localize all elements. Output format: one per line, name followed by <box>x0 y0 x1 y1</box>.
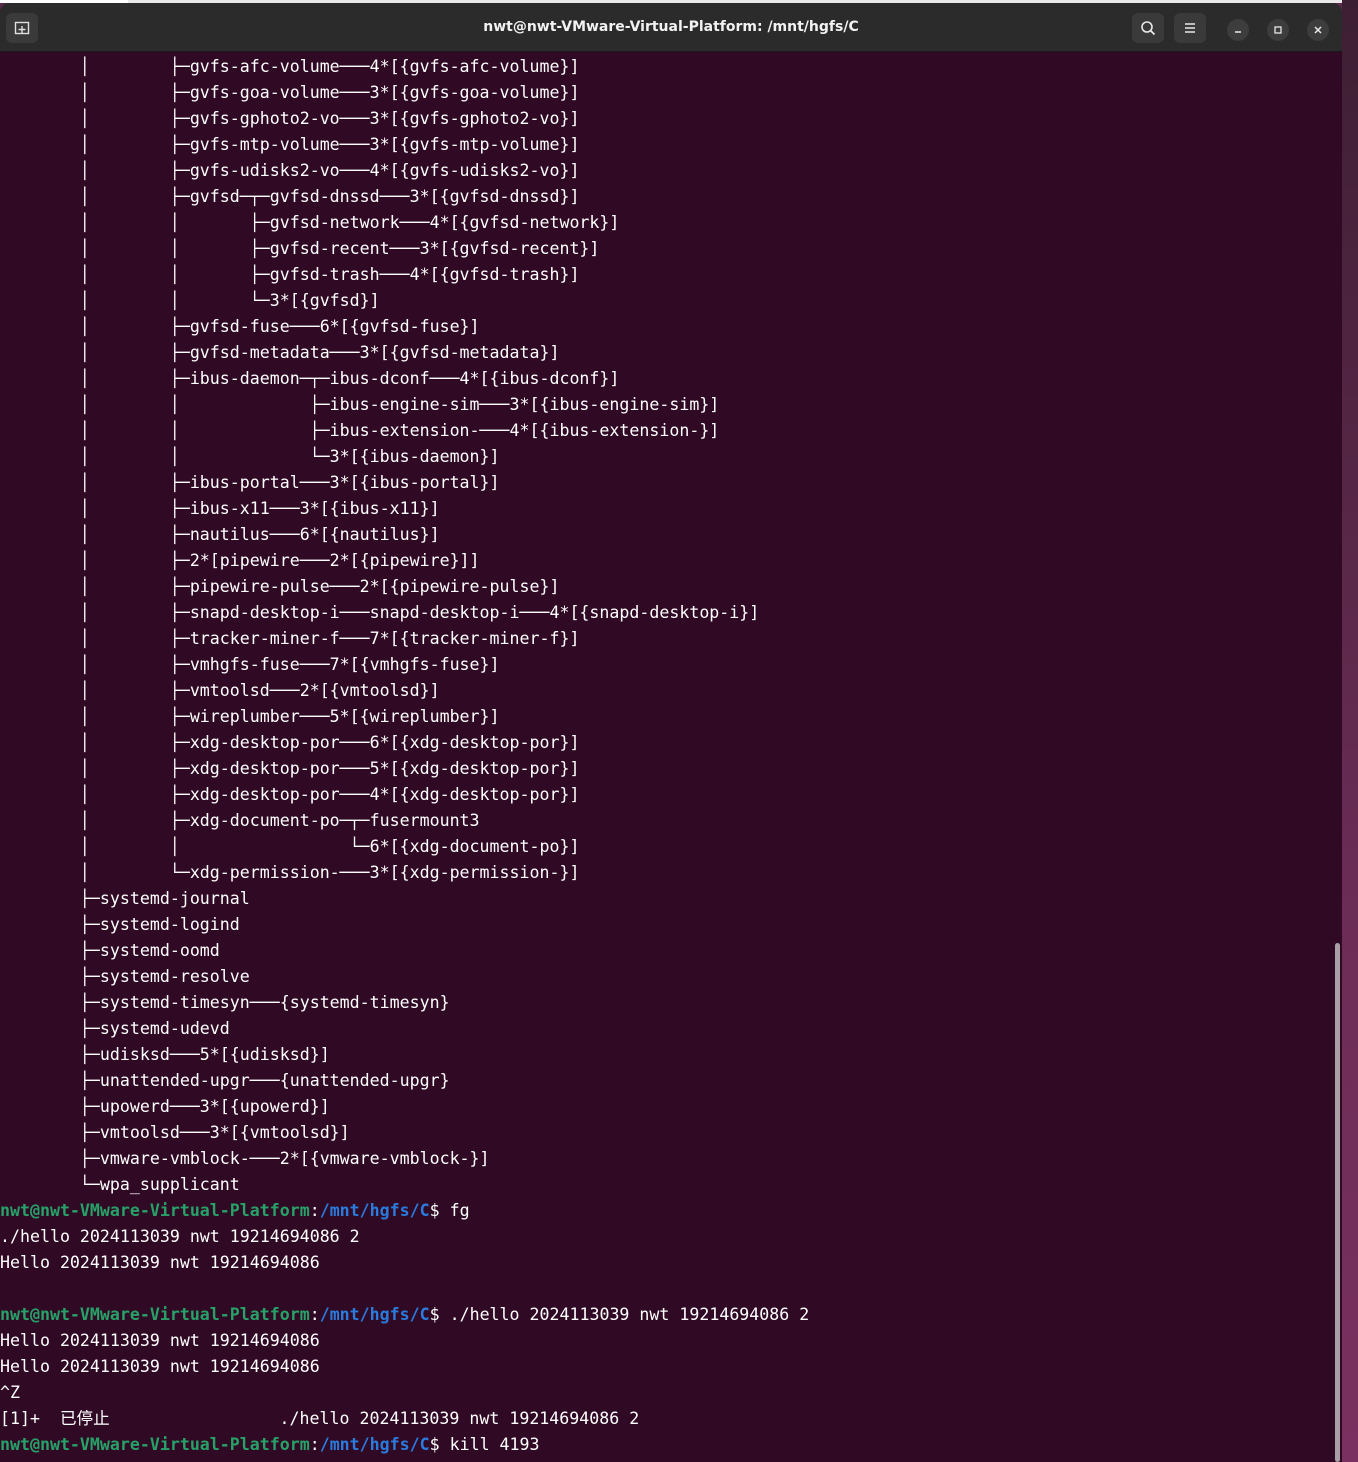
command-text: ./hello 2024113039 nwt 19214694086 2 <box>449 1305 810 1324</box>
pstree-line: ├─systemd-timesyn───{systemd-timesyn} <box>0 993 450 1012</box>
pstree-line: │ ├─ibus-portal───3*[{ibus-portal}] <box>0 473 500 492</box>
pstree-line: ├─systemd-journal <box>0 889 250 908</box>
terminal-output[interactable]: │ ├─gvfs-afc-volume───4*[{gvfs-afc-volum… <box>0 54 1342 1462</box>
prompt-symbol: $ <box>429 1435 450 1454</box>
pstree-line: │ │ ├─ibus-engine-sim───3*[{ibus-engine-… <box>0 395 720 414</box>
search-button[interactable] <box>1132 13 1164 43</box>
pstree-line: │ ├─gvfsd-metadata───3*[{gvfsd-metadata}… <box>0 343 560 362</box>
pstree-line: │ ├─vmhgfs-fuse───7*[{vmhgfs-fuse}] <box>0 655 500 674</box>
prompt-path: /mnt/hgfs/C <box>319 1305 430 1324</box>
pstree-line: │ │ └─3*[{ibus-daemon}] <box>0 447 500 466</box>
pstree-line: │ ├─snapd-desktop-i───snapd-desktop-i───… <box>0 603 760 622</box>
pstree-line: ├─unattended-upgr───{unattended-upgr} <box>0 1071 450 1090</box>
output-line: Hello 2024113039 nwt 19214694086 <box>0 1357 320 1376</box>
output-line: ^Z <box>0 1383 20 1402</box>
minimize-icon <box>1235 31 1241 33</box>
output-line: Hello 2024113039 nwt 19214694086 <box>0 1331 320 1350</box>
pstree-line: │ ├─gvfs-mtp-volume───3*[{gvfs-mtp-volum… <box>0 135 580 154</box>
output-line: ./hello 2024113039 nwt 19214694086 2 <box>0 1227 360 1246</box>
desktop-background <box>1342 0 1358 1462</box>
hamburger-menu-icon <box>1185 23 1195 33</box>
pstree-line: │ │ ├─gvfsd-network───4*[{gvfsd-network}… <box>0 213 620 232</box>
pstree-line: │ ├─xdg-desktop-por───4*[{xdg-desktop-po… <box>0 785 580 804</box>
pstree-line: │ │ └─6*[{xdg-document-po}] <box>0 837 580 856</box>
close-icon <box>1314 26 1322 34</box>
pstree-line: │ │ ├─gvfsd-recent───3*[{gvfsd-recent}] <box>0 239 600 258</box>
pstree-line: │ ├─gvfs-udisks2-vo───4*[{gvfs-udisks2-v… <box>0 161 580 180</box>
pstree-line: │ ├─gvfsd-fuse───6*[{gvfsd-fuse}] <box>0 317 480 336</box>
pstree-line: │ ├─pipewire-pulse───2*[{pipewire-pulse}… <box>0 577 560 596</box>
prompt-colon: : <box>309 1201 320 1220</box>
pstree-line: │ ├─gvfsd─┬─gvfsd-dnssd───3*[{gvfsd-dnss… <box>0 187 580 206</box>
maximize-button[interactable] <box>1267 19 1289 41</box>
pstree-line: │ ├─xdg-desktop-por───5*[{xdg-desktop-po… <box>0 759 580 778</box>
shell-prompt-line: nwt@nwt-VMware-Virtual-Platform:/mnt/hgf… <box>0 1432 540 1458</box>
prompt-user-host: nwt@nwt-VMware-Virtual-Platform <box>0 1305 310 1324</box>
scrollbar-thumb[interactable] <box>1335 943 1340 1462</box>
pstree-line: │ ├─ibus-x11───3*[{ibus-x11}] <box>0 499 440 518</box>
prompt-colon: : <box>309 1305 320 1324</box>
prompt-colon: : <box>309 1435 320 1454</box>
pstree-line: │ ├─gvfs-gphoto2-vo───3*[{gvfs-gphoto2-v… <box>0 109 580 128</box>
pstree-line: │ ├─ibus-daemon─┬─ibus-dconf───4*[{ibus-… <box>0 369 620 388</box>
pstree-line: │ ├─wireplumber───5*[{wireplumber}] <box>0 707 500 726</box>
pstree-line: │ ├─gvfs-afc-volume───4*[{gvfs-afc-volum… <box>0 57 580 76</box>
pstree-line: │ ├─xdg-desktop-por───6*[{xdg-desktop-po… <box>0 733 580 752</box>
output-line: [1]+ 已停止 ./hello 2024113039 nwt 19214694… <box>0 1409 640 1428</box>
pstree-line: ├─systemd-logind <box>0 915 240 934</box>
command-text: fg <box>449 1201 470 1220</box>
pstree-line: ├─systemd-udevd <box>0 1019 230 1038</box>
minimize-button[interactable] <box>1227 19 1249 41</box>
pstree-line: │ │ └─3*[{gvfsd}] <box>0 291 380 310</box>
pstree-line: ├─upowerd───3*[{upowerd}] <box>0 1097 330 1116</box>
shell-prompt-line: nwt@nwt-VMware-Virtual-Platform:/mnt/hgf… <box>0 1198 470 1224</box>
pstree-line: ├─vmtoolsd───3*[{vmtoolsd}] <box>0 1123 350 1142</box>
prompt-symbol: $ <box>429 1305 450 1324</box>
prompt-user-host: nwt@nwt-VMware-Virtual-Platform <box>0 1201 310 1220</box>
pstree-line: │ └─xdg-permission-───3*[{xdg-permission… <box>0 863 580 882</box>
pstree-line: │ │ ├─ibus-extension-───4*[{ibus-extensi… <box>0 421 720 440</box>
pstree-line: │ ├─vmtoolsd───2*[{vmtoolsd}] <box>0 681 440 700</box>
pstree-line: │ │ ├─gvfsd-trash───4*[{gvfsd-trash}] <box>0 265 580 284</box>
pstree-line: ├─vmware-vmblock-───2*[{vmware-vmblock-}… <box>0 1149 490 1168</box>
terminal-window: nwt@nwt-VMware-Virtual-Platform: /mnt/hg… <box>0 3 1342 1462</box>
prompt-symbol: $ <box>429 1201 450 1220</box>
menu-button[interactable] <box>1174 13 1206 43</box>
command-text: kill 4193 <box>449 1435 540 1454</box>
prompt-path: /mnt/hgfs/C <box>319 1201 430 1220</box>
shell-prompt-line: nwt@nwt-VMware-Virtual-Platform:/mnt/hgf… <box>0 1302 809 1328</box>
pstree-line: │ ├─xdg-document-po─┬─fusermount3 <box>0 811 480 830</box>
prompt-user-host: nwt@nwt-VMware-Virtual-Platform <box>0 1435 310 1454</box>
prompt-path: /mnt/hgfs/C <box>319 1435 430 1454</box>
output-line: Hello 2024113039 nwt 19214694086 <box>0 1253 320 1272</box>
pstree-line: │ ├─nautilus───6*[{nautilus}] <box>0 525 440 544</box>
pstree-line: │ ├─2*[pipewire───2*[{pipewire}]] <box>0 551 480 570</box>
pstree-line: │ ├─tracker-miner-f───7*[{tracker-miner-… <box>0 629 580 648</box>
title-bar: nwt@nwt-VMware-Virtual-Platform: /mnt/hg… <box>0 3 1342 52</box>
close-button[interactable] <box>1307 19 1329 41</box>
pstree-line: │ ├─gvfs-goa-volume───3*[{gvfs-goa-volum… <box>0 83 580 102</box>
pstree-line: ├─systemd-oomd <box>0 941 220 960</box>
search-icon <box>1141 21 1156 36</box>
pstree-line: ├─systemd-resolve <box>0 967 250 986</box>
pstree-line: ├─udisksd───5*[{udisksd}] <box>0 1045 330 1064</box>
pstree-line: └─wpa_supplicant <box>0 1175 240 1194</box>
maximize-icon <box>1274 26 1282 34</box>
